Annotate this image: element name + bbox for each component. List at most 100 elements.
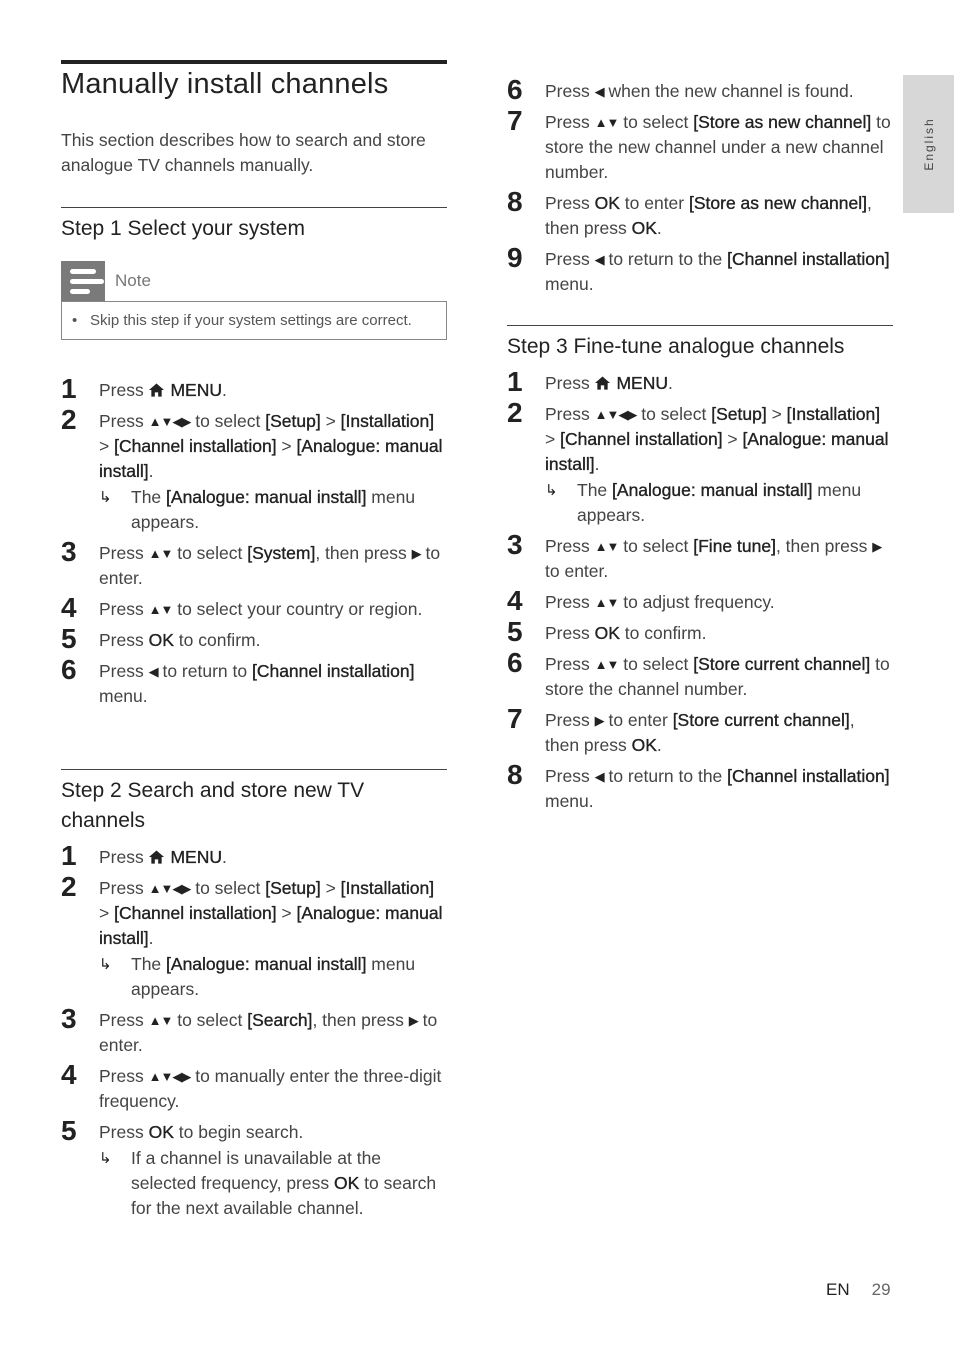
step-number: 3	[61, 1003, 77, 1034]
step-text: Press ▲▼◀▶ to select [Setup] > [Installa…	[545, 404, 889, 474]
step-text: Press ▲▼ to select [Store as new channel…	[545, 112, 891, 182]
language-tab: English	[903, 75, 954, 213]
step-number: 3	[507, 529, 523, 560]
result-arrow-icon: ↳	[99, 956, 112, 973]
step2-list-continued: 6 Press ◀ when the new channel is found. 7…	[507, 74, 893, 303]
step-number: 5	[61, 1115, 77, 1146]
step-number: 1	[61, 373, 77, 404]
right-arrow-icon: ▶	[408, 1013, 419, 1028]
step-number: 9	[507, 242, 523, 273]
page-title: Manually install channels	[61, 68, 389, 100]
step-text: Press ◀ to return to the [Channel instal…	[545, 249, 890, 294]
right-arrow-icon: ▶	[411, 546, 422, 561]
step-item: 4 Press ▲▼ to adjust frequency.	[507, 585, 893, 616]
step-result: ↳ The [Analogue: manual install] menu app…	[99, 954, 416, 999]
left-arrow-icon: ◀	[148, 664, 159, 679]
result-arrow-icon: ↳	[99, 1150, 112, 1167]
step-number: 8	[507, 759, 523, 790]
step-text: Press OK to confirm.	[545, 623, 707, 643]
step-text: Press ▲▼ to select [System], then press …	[99, 543, 441, 588]
step2-heading: Step 2 Search and store new TV channels	[61, 769, 447, 836]
step-item: 7 Press ▲▼ to select [Store as new channe…	[507, 105, 893, 185]
step2-list: 1 Press MENU. 2 Press ▲▼◀▶ to select [Setup…	[61, 840, 447, 1227]
step-text: Press OK to enter [Store as new channel]…	[545, 193, 872, 238]
right-arrow-icon: ▶	[872, 539, 882, 554]
step-text: Press ◀ to return to the [Channel instal…	[545, 766, 890, 811]
up-down-arrows-icon: ▲▼	[594, 539, 620, 554]
step-item: 6 Press ◀ when the new channel is found.	[507, 74, 893, 105]
step-text: Press ▲▼◀▶ to manually enter the three-d…	[99, 1066, 442, 1111]
step-text: Press ▲▼◀▶ to select [Setup] > [Installa…	[99, 878, 443, 948]
step-item: 2 Press ▲▼◀▶ to select [Setup] > [Install…	[507, 397, 893, 528]
step-item: 2 Press ▲▼◀▶ to select [Setup] > [Install…	[61, 871, 447, 1002]
step-number: 2	[61, 871, 77, 902]
step-item: 2 Press ▲▼◀▶ to select [Setup] > [Install…	[61, 404, 447, 535]
step-item: 6 Press ◀ to return to [Channel installat…	[61, 654, 447, 709]
nav-arrows-icon: ▲▼◀▶	[594, 407, 638, 422]
step-result: ↳ If a channel is unavailable at the sele…	[99, 1148, 437, 1218]
step-item: 6 Press ▲▼ to select [Store current chann…	[507, 647, 893, 702]
step-text: Press MENU.	[545, 373, 673, 393]
up-down-arrows-icon: ▲▼	[148, 602, 174, 617]
step-text: Press ◀ to return to [Channel installati…	[99, 661, 415, 706]
step-number: 5	[61, 623, 77, 654]
step-text: Press ▲▼ to select [Search], then press …	[99, 1010, 438, 1055]
up-down-arrows-icon: ▲▼	[148, 1013, 174, 1028]
language-tab-label: English	[921, 117, 936, 171]
step-item: 5 Press OK to confirm.	[507, 616, 893, 647]
note-icon	[61, 261, 105, 301]
step-item: 7 Press ▶ to enter [Store current channel…	[507, 703, 893, 758]
step-item: 3 Press ▲▼ to select [System], then press…	[61, 536, 447, 591]
step-text: Press OK to begin search.	[99, 1122, 304, 1142]
step-item: 4 Press ▲▼◀▶ to manually enter the three-…	[61, 1059, 447, 1114]
step-number: 4	[61, 1059, 77, 1090]
up-down-arrows-icon: ▲▼	[594, 115, 620, 130]
step-item: 5 Press OK to begin search. ↳ If a channel …	[61, 1115, 447, 1221]
step-number: 2	[507, 397, 523, 428]
step-result: ↳ The [Analogue: manual install] menu app…	[545, 480, 862, 525]
step-number: 6	[61, 654, 77, 685]
step-item: 1 Press MENU.	[61, 840, 447, 871]
step-item: 1 Press MENU.	[507, 366, 893, 397]
home-icon	[148, 383, 164, 397]
step-text: Press OK to confirm.	[99, 630, 261, 650]
step-text: Press MENU.	[99, 847, 227, 867]
up-down-arrows-icon: ▲▼	[594, 657, 620, 672]
step-text: Press MENU.	[99, 380, 227, 400]
note-label: Note	[115, 271, 151, 290]
note-item: Skip this step if your system settings a…	[90, 312, 412, 329]
step-result: ↳ The [Analogue: manual install] menu app…	[99, 487, 416, 532]
step-text: Press ▲▼ to select your country or regio…	[99, 599, 423, 619]
step3-heading: Step 3 Fine-tune analogue channels	[507, 325, 893, 362]
step1-list: 1 Press MENU. 2 Press ▲▼◀▶ to select [Setup…	[61, 373, 447, 715]
home-icon	[594, 376, 610, 390]
step1-heading: Step 1 Select your system	[61, 207, 447, 244]
step-item: 3 Press ▲▼ to select [Search], then press…	[61, 1003, 447, 1058]
step-number: 3	[61, 536, 77, 567]
step-number: 8	[507, 186, 523, 217]
home-icon	[148, 850, 164, 864]
step3-list: 1 Press MENU. 2 Press ▲▼◀▶ to select [Setup…	[507, 366, 893, 820]
step-number: 7	[507, 105, 523, 136]
step-text: Press ◀ when the new channel is found.	[545, 81, 854, 101]
nav-arrows-icon: ▲▼◀▶	[148, 881, 192, 896]
page-number: 29	[871, 1280, 891, 1299]
up-down-arrows-icon: ▲▼	[594, 595, 620, 610]
step-item: 8 Press ◀ to return to the [Channel insta…	[507, 759, 893, 814]
step-number: 6	[507, 647, 523, 678]
note-box: Note • Skip this step if your system set…	[61, 261, 447, 340]
step-number: 7	[507, 703, 523, 734]
nav-arrows-icon: ▲▼◀▶	[148, 1069, 192, 1084]
step-text: Press ▶ to enter [Store current channel]…	[545, 710, 855, 755]
step-number: 4	[61, 592, 77, 623]
step-item: 1 Press MENU.	[61, 373, 447, 404]
step-number: 2	[61, 404, 77, 435]
step-text: Press ▲▼◀▶ to select [Setup] > [Installa…	[99, 411, 443, 481]
step-number: 4	[507, 585, 523, 616]
step-item: 9 Press ◀ to return to the [Channel insta…	[507, 242, 893, 297]
nav-arrows-icon: ▲▼◀▶	[148, 414, 192, 429]
step-number: 1	[507, 366, 523, 397]
step-item: 4 Press ▲▼ to select your country or regi…	[61, 592, 447, 623]
step-text: Press ▲▼ to adjust frequency.	[545, 592, 775, 612]
step-number: 6	[507, 74, 523, 105]
